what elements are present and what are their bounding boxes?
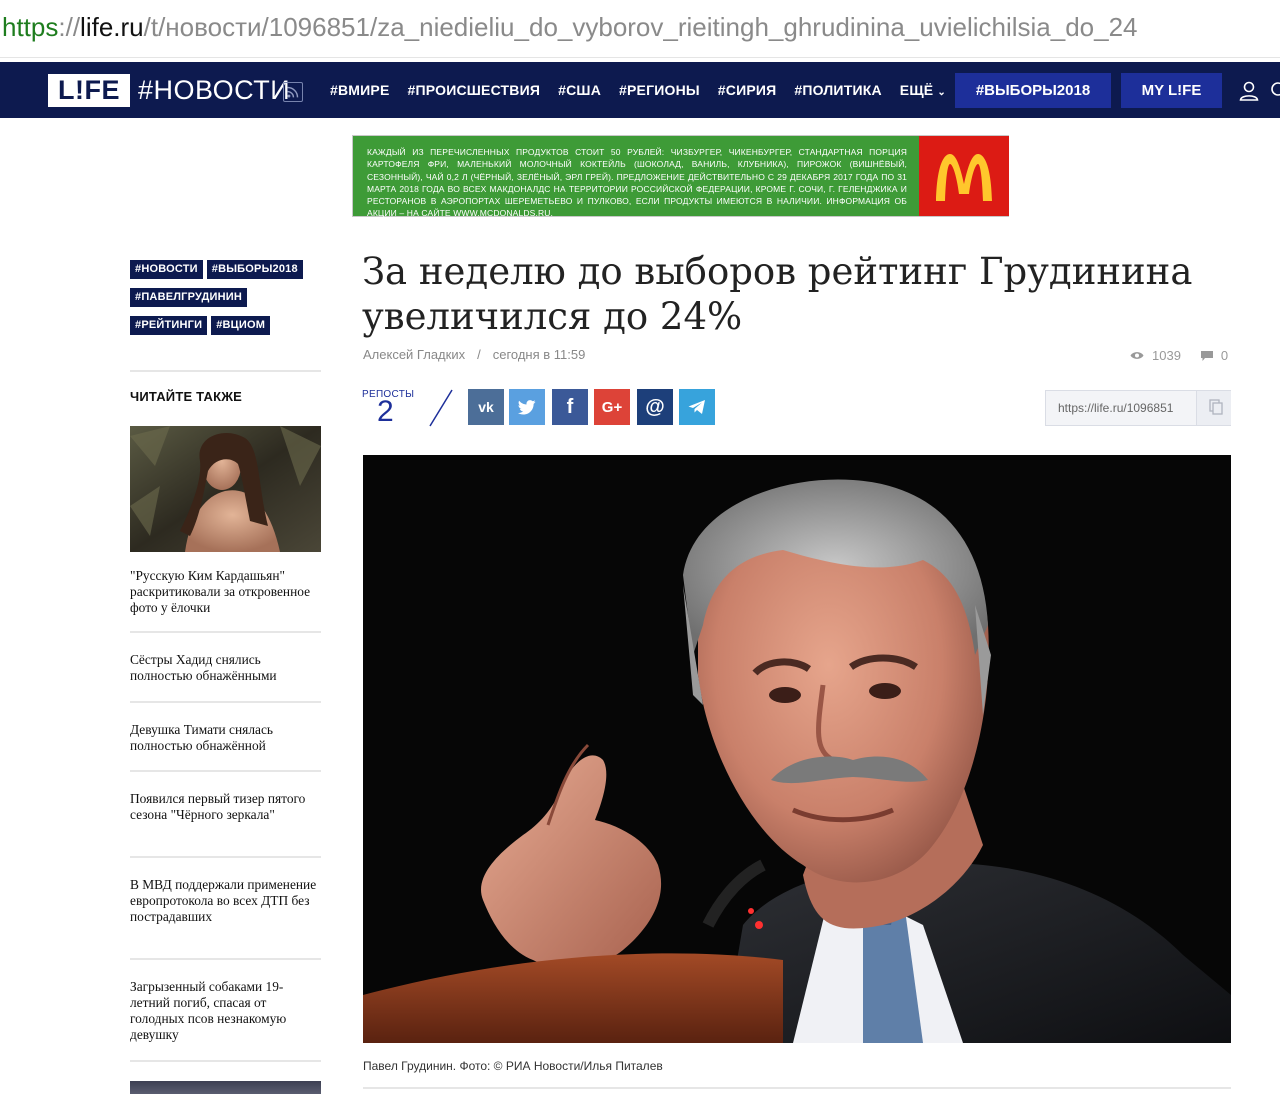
nav-siriya[interactable]: #СИРИЯ xyxy=(718,82,777,98)
user-icon[interactable] xyxy=(1238,80,1260,102)
author-link[interactable]: Алексей Гладких xyxy=(363,347,465,362)
vk-icon: vk xyxy=(478,399,494,415)
copy-icon xyxy=(1209,399,1223,415)
nav-more-label: ЕЩЁ xyxy=(899,82,934,98)
chevron-down-icon: ⌄ xyxy=(937,87,946,98)
copy-link-button[interactable] xyxy=(1196,391,1231,425)
share-telegram-button[interactable] xyxy=(679,389,715,425)
tag-pavelgrudinin[interactable]: #ПАВЕЛГРУДИНИН xyxy=(130,288,248,307)
list-item[interactable]: В МВД поддержали применение европротокол… xyxy=(130,858,321,960)
read-also-heading: ЧИТАЙТЕ ТАКЖЕ xyxy=(130,389,243,404)
url-separator: :// xyxy=(58,12,81,42)
google-plus-icon: G+ xyxy=(601,398,623,416)
article-stats: 1039 0 xyxy=(1130,348,1228,363)
read-also-list: "Русскую Ким Кардашьян" раскритиковали з… xyxy=(130,567,321,1062)
share-mail-button[interactable]: @ xyxy=(637,389,673,425)
read-also-item-title: Появился первый тизер пятого сезона "Чёр… xyxy=(130,791,306,822)
views-count: 1039 xyxy=(1152,348,1181,363)
mcdonalds-ad-banner[interactable]: Каждый из перечисленных продуктов стоит … xyxy=(352,135,1009,218)
nav-politika[interactable]: #ПОЛИТИКА xyxy=(794,82,881,98)
read-also-item-title: Девушка Тимати снялась полностью обнажён… xyxy=(130,722,274,753)
publish-time: сегодня в 11:59 xyxy=(492,347,586,362)
search-icon[interactable] xyxy=(1268,80,1280,102)
url-path: /t/новости/1096851/za_niedieliu_do_vybor… xyxy=(143,12,1138,42)
reposts-count: 2 xyxy=(377,395,394,428)
sidebar-divider xyxy=(130,370,321,372)
twitter-icon xyxy=(518,399,536,415)
browser-address-bar[interactable]: https://life.ru/t/новости/1096851/za_nie… xyxy=(0,0,1280,58)
ad-text: Каждый из перечисленных продуктов стоит … xyxy=(353,136,919,218)
meta-separator: / xyxy=(477,347,481,362)
tag-vciom[interactable]: #ВЦИОМ xyxy=(211,316,271,335)
nav-vmire[interactable]: #ВМИРЕ xyxy=(330,82,390,98)
facebook-icon: f xyxy=(566,395,574,418)
comments-count[interactable]: 0 xyxy=(1221,348,1228,363)
sidebar-next-image[interactable] xyxy=(130,1081,321,1094)
article-meta: Алексей Гладких / сегодня в 11:59 xyxy=(363,347,585,362)
mail-icon: @ xyxy=(645,395,665,418)
featured-photo-illustration xyxy=(130,426,321,552)
ad-logo-block xyxy=(919,136,1009,216)
site-header: L!FE #НОВОСТИ #ВМИРЕ #ПРОИСШЕСТВИЯ #США … xyxy=(0,62,1280,118)
share-google-plus-button[interactable]: G+ xyxy=(594,389,630,425)
tag-vybory2018[interactable]: #ВЫБОРЫ2018 xyxy=(206,260,303,279)
telegram-icon xyxy=(688,400,705,414)
share-twitter-button[interactable] xyxy=(509,389,545,425)
grudinin-photo-illustration xyxy=(363,455,1231,1043)
rss-icon[interactable] xyxy=(283,82,303,102)
share-vk-button[interactable]: vk xyxy=(468,389,504,425)
nav-regiony[interactable]: #РЕГИОНЫ xyxy=(619,82,700,98)
read-also-item-title: В МВД поддержали применение европротокол… xyxy=(130,877,317,924)
nav-more[interactable]: ЕЩЁ ⌄ xyxy=(900,82,946,98)
views-icon xyxy=(1130,352,1144,359)
tag-novosti[interactable]: #НОВОСТИ xyxy=(130,260,203,279)
photo-caption: Павел Грудинин. Фото: © РИА Новости/Илья… xyxy=(363,1059,663,1073)
share-facebook-button[interactable]: f xyxy=(552,389,588,425)
short-url-box[interactable]: https://life.ru/1096851 xyxy=(1045,390,1231,426)
article-tags: #НОВОСТИ #ВЫБОРЫ2018 #ПАВЕЛГРУДИНИН #РЕЙТИН… xyxy=(130,259,320,343)
url-scheme: https xyxy=(2,12,59,42)
list-item[interactable]: "Русскую Ким Кардашьян" раскритиковали з… xyxy=(130,567,321,633)
nav-usa[interactable]: #США xyxy=(558,82,601,98)
site-logo[interactable]: L!FE xyxy=(48,74,130,107)
article-main-photo xyxy=(363,455,1231,1043)
short-url-text[interactable]: https://life.ru/1096851 xyxy=(1058,401,1173,415)
list-item[interactable]: Появился первый тизер пятого сезона "Чёр… xyxy=(130,772,321,858)
list-item[interactable]: Загрызенный собаками 19-летний погиб, сп… xyxy=(130,960,321,1062)
comments-icon[interactable] xyxy=(1200,350,1213,361)
list-item[interactable]: Девушка Тимати снялась полностью обнажён… xyxy=(130,703,321,772)
read-also-item-title: Загрызенный собаками 19-летний погиб, сп… xyxy=(130,979,287,1042)
list-item[interactable]: Сёстры Хадид снялись полностью обнажённы… xyxy=(130,633,321,703)
sidebar-featured-image[interactable] xyxy=(130,426,321,552)
tag-reitingi[interactable]: #РЕЙТИНГИ xyxy=(130,316,208,335)
reposts-divider xyxy=(429,389,453,427)
article-title: За неделю до выборов рейтинг Грудинина у… xyxy=(362,250,1193,338)
main-nav: #ВМИРЕ #ПРОИСШЕСТВИЯ #США #РЕГИОНЫ #СИРИ… xyxy=(330,62,964,118)
nav-proisshestviya[interactable]: #ПРОИСШЕСТВИЯ xyxy=(408,82,541,98)
url-text[interactable]: https://life.ru/t/новости/1096851/za_nie… xyxy=(2,12,1138,43)
read-also-item-title: Сёстры Хадид снялись полностью обнажённы… xyxy=(130,652,277,683)
elections-button[interactable]: #ВЫБОРЫ2018 xyxy=(955,73,1111,108)
url-host: life.ru xyxy=(80,12,144,42)
read-also-item-title: "Русскую Ким Кардашьян" раскритиковали з… xyxy=(130,568,311,615)
mylife-button[interactable]: MY L!FE xyxy=(1121,73,1222,108)
content-divider xyxy=(363,1087,1231,1089)
mcdonalds-logo-icon xyxy=(936,154,992,201)
section-title[interactable]: #НОВОСТИ xyxy=(138,73,290,107)
